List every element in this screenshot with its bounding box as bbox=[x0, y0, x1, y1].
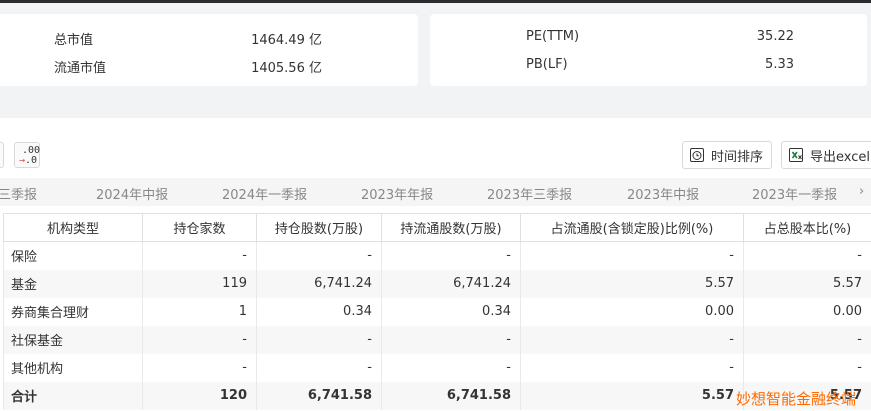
table-cell: - bbox=[381, 325, 521, 354]
decimal-decrease-icon[interactable]: .00 →.0 bbox=[14, 142, 40, 168]
report-period-tabs: 三季报 2024年中报 2024年一季报 2023年年报 2023年三季报 20… bbox=[0, 178, 871, 206]
table-row: 社保基金 - - - - - bbox=[3, 325, 871, 354]
table-row: 券商集合理财 1 0.34 0.34 0.00 0.00 bbox=[3, 297, 871, 326]
pe-ttm-value: 35.22 bbox=[756, 29, 794, 44]
table-cell: 0.00 bbox=[520, 297, 744, 326]
tab-report-2[interactable]: 2024年一季报 bbox=[222, 184, 307, 203]
column-header[interactable]: 持仓股数(万股) bbox=[256, 213, 382, 242]
total-market-cap-label: 总市值 bbox=[54, 33, 94, 48]
table-cell: - bbox=[142, 353, 257, 382]
clock-icon bbox=[690, 148, 704, 162]
table-cell: 6,741.58 bbox=[381, 381, 521, 410]
column-header[interactable]: 持流通股数(万股) bbox=[381, 213, 521, 242]
tab-report-0[interactable]: 三季报 bbox=[0, 184, 37, 203]
tab-report-5[interactable]: 2023年中报 bbox=[627, 184, 699, 203]
sort-by-time-button[interactable]: 时间排序 bbox=[682, 141, 772, 169]
tab-report-6[interactable]: 2023年一季报 bbox=[752, 184, 837, 203]
table-row: 基金 119 6,741.24 6,741.24 5.57 5.57 bbox=[3, 269, 871, 298]
sort-by-time-label: 时间排序 bbox=[711, 149, 764, 165]
table-cell: 券商集合理财 bbox=[3, 297, 143, 326]
table-cell: 119 bbox=[142, 269, 257, 298]
table-row: 其他机构 - - - - - bbox=[3, 353, 871, 382]
top-bar bbox=[0, 0, 871, 3]
total-market-cap-value: 1464.49 亿 bbox=[251, 33, 322, 48]
table-cell: 6,741.24 bbox=[381, 269, 521, 298]
tab-report-1[interactable]: 2024年中报 bbox=[96, 184, 168, 203]
table-cell: 5.57 bbox=[520, 381, 744, 410]
institution-holdings-section: .00 →.0 时间排序 导出excel 三季报 2024年中报 2024年一季… bbox=[0, 118, 871, 411]
table-cell: - bbox=[142, 325, 257, 354]
table-cell: 0.00 bbox=[743, 297, 871, 326]
table-cell: 基金 bbox=[3, 269, 143, 298]
tab-report-4[interactable]: 2023年三季报 bbox=[487, 184, 572, 203]
table-cell: - bbox=[520, 325, 744, 354]
float-market-cap-value: 1405.56 亿 bbox=[251, 61, 322, 76]
table-cell: - bbox=[256, 325, 382, 354]
table-cell: 5.57 bbox=[520, 269, 744, 298]
table-cell: - bbox=[743, 353, 871, 382]
table-cell: 1 bbox=[142, 297, 257, 326]
table-row: 保险 - - - - - bbox=[3, 241, 871, 270]
table-cell: 5.57 bbox=[743, 269, 871, 298]
table-cell: - bbox=[256, 241, 382, 270]
column-header[interactable]: 持仓家数 bbox=[142, 213, 257, 242]
table-cell: - bbox=[743, 325, 871, 354]
export-excel-button[interactable]: 导出excel bbox=[781, 141, 871, 169]
summary-card-valuation: PE(TTM) 35.22 PB(LF) 5.33 bbox=[430, 14, 867, 86]
table-cell: 6,741.58 bbox=[256, 381, 382, 410]
table-cell: 6,741.24 bbox=[256, 269, 382, 298]
table-cell: - bbox=[520, 353, 744, 382]
table-cell: 社保基金 bbox=[3, 325, 143, 354]
column-header[interactable]: 占流通股(含锁定股)比例(%) bbox=[520, 213, 744, 242]
table-cell: - bbox=[381, 241, 521, 270]
pe-ttm-label: PE(TTM) bbox=[526, 29, 580, 44]
export-excel-label: 导出excel bbox=[810, 149, 870, 165]
table-header-row: 机构类型 持仓家数 持仓股数(万股) 持流通股数(万股) 占流通股(含锁定股)比… bbox=[3, 213, 871, 242]
pb-lf-label: PB(LF) bbox=[526, 57, 568, 72]
decimal-icon-bottom-row: →.0 bbox=[19, 156, 39, 166]
watermark: 妙想智能金融终端 bbox=[736, 390, 857, 408]
pb-lf-value: 5.33 bbox=[765, 57, 794, 72]
tabs-next-icon[interactable]: › bbox=[859, 184, 871, 199]
decimal-icon-bottom-text: .0 bbox=[25, 155, 38, 166]
table-cell: - bbox=[256, 353, 382, 382]
table-cell: 120 bbox=[142, 381, 257, 410]
table-cell: 保险 bbox=[3, 241, 143, 270]
table-cell: 0.34 bbox=[381, 297, 521, 326]
decimal-increase-icon[interactable] bbox=[0, 142, 4, 168]
table-cell: - bbox=[142, 241, 257, 270]
institution-holdings-table: 机构类型 持仓家数 持仓股数(万股) 持流通股数(万股) 占流通股(含锁定股)比… bbox=[3, 213, 871, 410]
summary-card-market-cap: 总市值 1464.49 亿 流通市值 1405.56 亿 bbox=[0, 14, 418, 86]
table-cell: 0.34 bbox=[256, 297, 382, 326]
column-header: 机构类型 bbox=[3, 213, 143, 242]
table-cell: - bbox=[381, 353, 521, 382]
column-header[interactable]: 占总股本比(%) bbox=[743, 213, 871, 242]
table-cell: 合计 bbox=[3, 381, 143, 410]
table-cell: 其他机构 bbox=[3, 353, 143, 382]
float-market-cap-label: 流通市值 bbox=[54, 61, 107, 76]
table-cell: - bbox=[520, 241, 744, 270]
excel-icon bbox=[789, 148, 803, 162]
table-cell: - bbox=[743, 241, 871, 270]
tab-report-3[interactable]: 2023年年报 bbox=[361, 184, 433, 203]
